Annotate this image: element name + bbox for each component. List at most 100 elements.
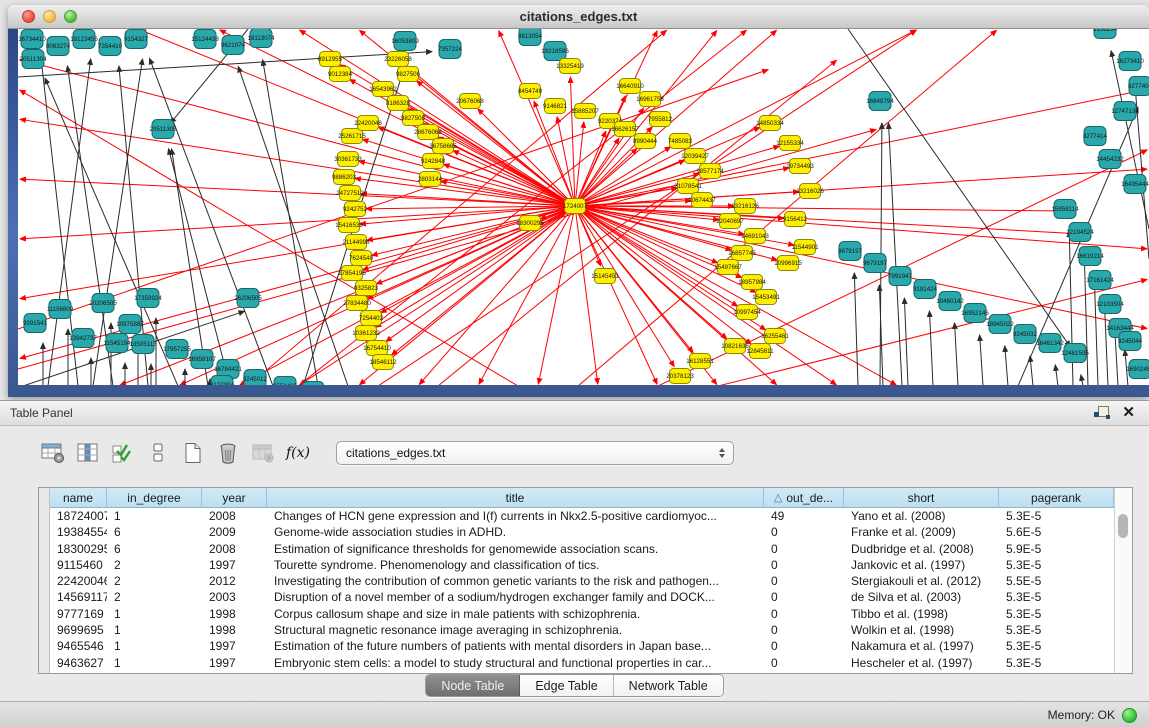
table-row[interactable]: 977716911998Corpus callosum shape and si…	[50, 606, 1114, 622]
network-node-label: 7485083	[668, 138, 693, 145]
table-row[interactable]: 1456911722003Disruption of a novel membe…	[50, 589, 1114, 605]
window-titlebar[interactable]: citations_edges.txt	[8, 5, 1149, 29]
network-node-label: 7991947	[888, 273, 913, 280]
network-node-label: 11544901	[791, 244, 819, 251]
table-cell: 5.9E-5	[999, 541, 1114, 557]
network-node-label: 9679197	[863, 260, 888, 267]
table-row[interactable]: 946362711997Embryonic stem cells: a mode…	[50, 655, 1114, 671]
function-builder-icon[interactable]: f(x)	[285, 440, 311, 466]
table-cell: 5.6E-5	[999, 524, 1114, 540]
network-node-label: 19218596	[541, 48, 569, 55]
network-edge	[904, 298, 908, 385]
table-cell: Investigating the contribution of common…	[267, 573, 764, 589]
network-edge	[1030, 356, 1033, 385]
network-node-label: 14454232	[1096, 156, 1124, 163]
table-toolbar: f(x) citations_edges.txt	[0, 426, 1149, 470]
network-node-label: 9154327	[124, 36, 149, 43]
network-node-label: 8186328	[386, 100, 411, 107]
network-node-label: 23226058	[384, 56, 412, 63]
table-cell: 14569117	[50, 589, 107, 605]
network-edge	[20, 206, 575, 299]
table-cell: Stergiakouli et al. (2012)	[844, 573, 999, 589]
table-cell: 0	[764, 573, 844, 589]
tab-edge-table[interactable]: Edge Table	[520, 675, 613, 696]
network-frame: 1673441080632741912345673544109154327205…	[8, 29, 1149, 397]
network-node-label: 18945022	[986, 321, 1014, 328]
table-row[interactable]: 911546021997Tourette syndrome. Phenomeno…	[50, 557, 1114, 573]
table-cell: 2008	[202, 508, 267, 524]
table-cell: 5.3E-5	[999, 638, 1114, 654]
network-node-label: 8277414	[1083, 133, 1108, 140]
network-edge	[375, 206, 575, 327]
network-node-label: 9325823	[354, 285, 379, 292]
delete-column-icon[interactable]	[215, 440, 241, 466]
network-node-label: 18577174	[696, 168, 724, 175]
delete-table-icon[interactable]	[250, 440, 276, 466]
network-node-label: 9621074	[221, 42, 246, 49]
network-node-label: 15416539	[335, 222, 363, 229]
network-node-label: 16784421	[214, 366, 242, 373]
tab-node-table[interactable]: Node Table	[426, 675, 520, 696]
table-row[interactable]: 1938455462009Genome-wide association stu…	[50, 524, 1114, 540]
network-node-label: 20206505	[89, 300, 117, 307]
network-node-label: 15145451	[591, 273, 619, 280]
network-node-label: 12194524	[1066, 229, 1094, 236]
table-mode-icon[interactable]	[40, 440, 66, 466]
column-header-short[interactable]: short	[844, 488, 999, 508]
show-columns-icon[interactable]	[75, 440, 101, 466]
network-canvas[interactable]: 1673441080632741912345673544109154327205…	[18, 29, 1149, 385]
select-all-icon[interactable]	[110, 440, 136, 466]
network-node-label: 15453491	[752, 294, 780, 301]
table-tabs-bar: Node Table Edge Table Network Table	[0, 674, 1149, 697]
network-edge	[929, 311, 933, 385]
column-header-name[interactable]: name	[50, 488, 107, 508]
network-node[interactable]	[302, 382, 324, 386]
column-header-year[interactable]: year	[202, 488, 267, 508]
new-column-icon[interactable]	[180, 440, 206, 466]
table-cell: 9699695	[50, 622, 107, 638]
network-window: citations_edges.txt 16734410806327419123…	[8, 5, 1149, 397]
table-cell: 1	[107, 622, 202, 638]
network-node-label: 9886203	[332, 174, 357, 181]
table-row[interactable]: 969969511998Structural magnetic resonanc…	[50, 622, 1114, 638]
tab-network-table[interactable]: Network Table	[614, 675, 723, 696]
table-cell: 1998	[202, 606, 267, 622]
network-edge	[1104, 302, 1108, 385]
network-node-label: 20511306	[149, 126, 177, 133]
network-node-label: 20676068	[456, 98, 484, 105]
network-node-label: 7254402	[359, 315, 384, 322]
table-cell: 19384554	[50, 524, 107, 540]
column-header-in_degree[interactable]: in_degree	[107, 488, 202, 508]
table-cell: 5.3E-5	[999, 557, 1114, 573]
table-cell: 2	[107, 573, 202, 589]
network-node-label: 16848794	[866, 98, 894, 105]
network-node-label: 2803144	[418, 176, 443, 183]
table-row[interactable]: 1830029562008Estimation of significance …	[50, 541, 1114, 557]
table-panel-header: Table Panel ✕	[0, 401, 1149, 426]
table-vertical-scrollbar[interactable]	[1114, 488, 1132, 673]
table-cell: 2009	[202, 524, 267, 540]
table-cell: Disruption of a novel member of a sodium…	[267, 589, 764, 605]
table-row[interactable]: 2242004622012Investigating the contribut…	[50, 573, 1114, 589]
column-header-pagerank[interactable]: pagerank	[999, 488, 1114, 508]
row-height-icon[interactable]	[145, 440, 171, 466]
scrollbar-thumb[interactable]	[1118, 514, 1128, 538]
close-panel-icon[interactable]: ✕	[1122, 406, 1135, 420]
network-node-label: 8277404	[1128, 83, 1149, 90]
memory-status-label: Memory: OK	[1048, 708, 1115, 722]
sort-ascending-icon: △	[774, 491, 782, 504]
column-header-out_de[interactable]: △out_de...	[764, 488, 844, 508]
table-cell: 1998	[202, 622, 267, 638]
float-panel-icon[interactable]	[1094, 406, 1110, 420]
table-cell: 2012	[202, 573, 267, 589]
network-node-label: 9191424	[913, 286, 938, 293]
table-cell: 5.3E-5	[999, 622, 1114, 638]
table-cell: 0	[764, 589, 844, 605]
table-cell: 6	[107, 541, 202, 557]
table-row[interactable]: 1872400712008Changes of HCN gene express…	[50, 508, 1114, 524]
table-select-dropdown[interactable]: citations_edges.txt	[336, 441, 734, 465]
network-node-label: 9391541	[23, 320, 48, 327]
column-header-title[interactable]: title	[267, 488, 764, 508]
table-cell: Wolkin et al. (1998)	[844, 622, 999, 638]
table-row[interactable]: 946554611997Estimation of the future num…	[50, 638, 1114, 654]
